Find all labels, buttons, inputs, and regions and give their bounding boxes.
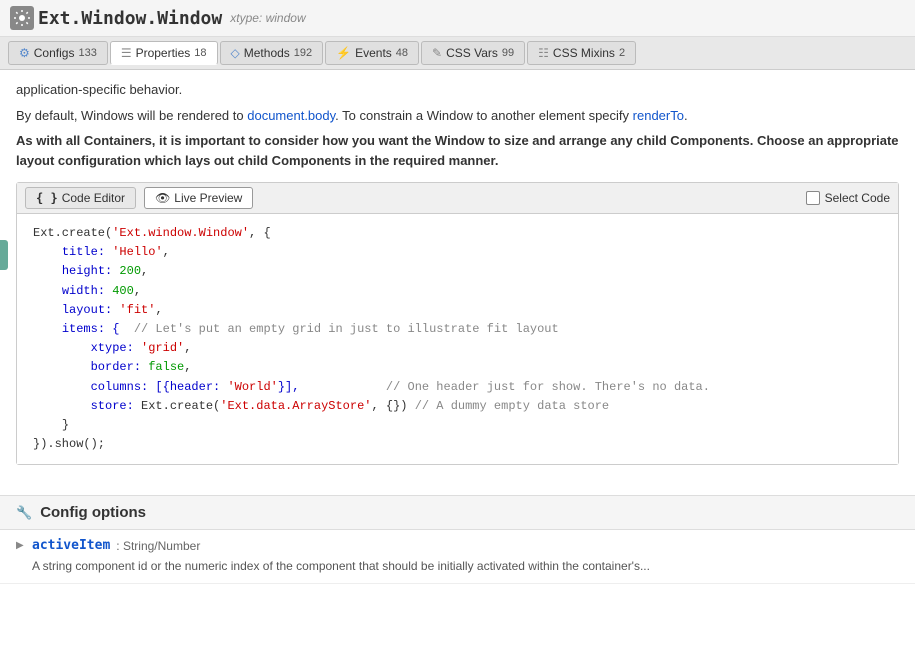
config-name-activeItem: activeItem	[32, 538, 110, 553]
tab-css-vars-label: CSS Vars	[446, 46, 498, 60]
code-block: Ext.create('Ext.window.Window', { title:…	[17, 214, 898, 464]
tab-css-mixins-count: 2	[619, 47, 625, 59]
code-section: { } Code Editor 👁 Live Preview Select Co…	[16, 182, 899, 465]
live-preview-button[interactable]: 👁 Live Preview	[144, 187, 253, 209]
code-line-7: xtype: 'grid',	[33, 339, 882, 358]
tab-events[interactable]: ⚡ Events 48	[325, 41, 419, 65]
tab-css-mixins-label: CSS Mixins	[553, 46, 615, 60]
code-line-9: columns: [{header: 'World'}], // One hea…	[33, 378, 882, 397]
xtype-label: xtype: window	[230, 11, 305, 25]
expand-arrow-icon[interactable]: ▶	[16, 540, 26, 551]
tab-css-vars-count: 99	[502, 47, 514, 59]
tab-configs-count: 133	[78, 47, 96, 59]
config-desc-activeItem: A string component id or the numeric ind…	[32, 557, 899, 575]
tab-css-vars[interactable]: ✎ CSS Vars 99	[421, 41, 525, 65]
config-options-icon: 🔧	[16, 505, 32, 521]
code-line-11: }	[33, 416, 882, 435]
tab-events-count: 48	[396, 47, 408, 59]
code-line-2: title: 'Hello',	[33, 243, 882, 262]
config-type-activeItem: : String/Number	[116, 539, 200, 553]
code-line-3: height: 200,	[33, 262, 882, 281]
side-indicator	[0, 240, 8, 270]
config-item-activeItem: ▶ activeItem : String/Number A string co…	[0, 530, 915, 584]
config-options-section: 🔧 Config options ▶ activeItem : String/N…	[0, 495, 915, 594]
paragraph3: As with all Containers, it is important …	[16, 131, 899, 170]
document-body-link[interactable]: document.body	[247, 108, 335, 123]
code-editor-button[interactable]: { } Code Editor	[25, 187, 136, 209]
tab-css-mixins[interactable]: ☷ CSS Mixins 2	[527, 41, 636, 65]
code-line-10: store: Ext.create('Ext.data.ArrayStore',…	[33, 397, 882, 416]
paragraph2: By default, Windows will be rendered to …	[16, 106, 899, 126]
select-code-checkbox[interactable]	[806, 191, 820, 205]
code-line-8: border: false,	[33, 358, 882, 377]
code-line-5: layout: 'fit',	[33, 301, 882, 320]
config-item-header-activeItem[interactable]: ▶ activeItem : String/Number	[16, 538, 899, 553]
tab-properties-label: Properties	[136, 46, 191, 60]
config-options-title: Config options	[40, 504, 146, 521]
paragraph2-mid: . To constrain a Window to another eleme…	[335, 108, 632, 123]
tab-methods-count: 192	[294, 47, 312, 59]
eye-icon: 👁	[155, 191, 170, 205]
code-line-4: width: 400,	[33, 282, 882, 301]
gear-icon	[10, 6, 34, 30]
page-header: Ext.Window.Window xtype: window	[0, 0, 915, 37]
tab-configs[interactable]: ⚙ Configs 133	[8, 41, 108, 65]
tab-events-label: Events	[355, 46, 392, 60]
methods-icon: ◇	[231, 46, 240, 60]
main-content: application-specific behavior. By defaul…	[0, 70, 915, 475]
paragraph1: application-specific behavior.	[16, 80, 899, 100]
css-vars-icon: ✎	[432, 46, 442, 60]
configs-icon: ⚙	[19, 46, 30, 60]
css-mixins-icon: ☷	[538, 46, 549, 60]
code-editor-label: Code Editor	[62, 191, 125, 205]
events-icon: ⚡	[336, 46, 351, 60]
properties-icon: ☰	[121, 46, 132, 60]
tab-methods-label: Methods	[244, 46, 290, 60]
nav-tabs: ⚙ Configs 133 ☰ Properties 18 ◇ Methods …	[0, 37, 915, 70]
render-to-link[interactable]: renderTo	[633, 108, 684, 123]
tab-configs-label: Configs	[34, 46, 75, 60]
paragraph2-start: By default, Windows will be rendered to	[16, 108, 247, 123]
tab-methods[interactable]: ◇ Methods 192	[220, 41, 324, 65]
tab-properties[interactable]: ☰ Properties 18	[110, 41, 218, 65]
select-code-label: Select Code	[825, 191, 890, 205]
select-code-button[interactable]: Select Code	[806, 191, 890, 205]
config-options-header: 🔧 Config options	[0, 495, 915, 530]
code-line-12: }).show();	[33, 435, 882, 454]
code-toolbar: { } Code Editor 👁 Live Preview Select Co…	[17, 183, 898, 214]
tab-properties-count: 18	[194, 47, 206, 59]
code-line-1: Ext.create('Ext.window.Window', {	[33, 224, 882, 243]
code-editor-icon: { }	[36, 191, 58, 205]
page-title: Ext.Window.Window	[38, 8, 222, 29]
code-line-6: items: { // Let's put an empty grid in j…	[33, 320, 882, 339]
paragraph2-end: .	[684, 108, 688, 123]
live-preview-label: Live Preview	[174, 191, 242, 205]
